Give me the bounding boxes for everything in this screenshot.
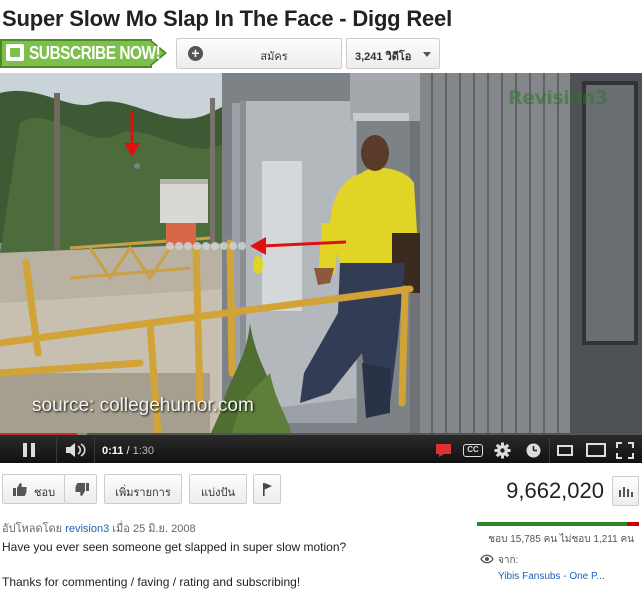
subscribe-bar: SUBSCRIBE NOW! + สมัคร 3,241 วิดีโอ bbox=[0, 38, 642, 70]
description-line-2: Thanks for commenting / faving / rating … bbox=[2, 575, 301, 589]
gear-icon[interactable] bbox=[494, 442, 511, 459]
upload-date: เมื่อ 25 มิ.ย. 2008 bbox=[109, 523, 196, 535]
current-time: 0:11 bbox=[102, 445, 124, 457]
plus-icon: + bbox=[188, 46, 203, 61]
small-player-icon[interactable] bbox=[557, 445, 573, 456]
volume-icon[interactable] bbox=[66, 443, 88, 457]
video-title: Super Slow Mo Slap In The Face - Digg Re… bbox=[2, 6, 453, 31]
description-line-1: Have you ever seen someone get slapped i… bbox=[2, 540, 347, 554]
from-label: จาก: bbox=[498, 555, 519, 566]
thumbs-up-icon bbox=[13, 483, 27, 496]
promo-label: SUBSCRIBE NOW! bbox=[29, 43, 161, 63]
subscribe-now-promo-banner[interactable]: SUBSCRIBE NOW! bbox=[0, 39, 168, 68]
eye-icon bbox=[480, 554, 494, 564]
video-frame[interactable]: Revision3 source: collegehumor.com bbox=[0, 73, 642, 435]
like-ratio-fill bbox=[477, 522, 628, 526]
corner-logo-watermark: Revision3 bbox=[508, 87, 608, 109]
annotations-icon[interactable] bbox=[435, 443, 453, 458]
share-button-label: แบ่งปัน bbox=[201, 487, 235, 499]
bar-chart-icon bbox=[619, 487, 633, 497]
flag-icon bbox=[263, 483, 272, 496]
video-scene bbox=[0, 73, 642, 435]
subscribe-button[interactable]: + สมัคร bbox=[176, 38, 342, 69]
clock-icon[interactable] bbox=[525, 442, 542, 459]
stats-button[interactable] bbox=[612, 476, 639, 506]
control-divider bbox=[549, 437, 550, 463]
duration: 1:30 bbox=[132, 445, 155, 457]
flag-button[interactable] bbox=[253, 474, 281, 504]
captions-icon[interactable]: CC bbox=[463, 444, 483, 457]
add-to-button[interactable]: เพิ่มรายการ bbox=[104, 474, 182, 504]
like-button-label: ชอบ bbox=[34, 487, 56, 499]
thumbs-down-icon bbox=[75, 483, 89, 496]
video-player[interactable]: Revision3 source: collegehumor.com 0:11 … bbox=[0, 73, 642, 463]
video-count-label: 3,241 วิดีโอ bbox=[355, 51, 412, 63]
view-count: 9,662,020 bbox=[506, 478, 604, 503]
referrer-link[interactable]: Yibis Fansubs - One P... bbox=[498, 571, 605, 582]
player-controls bbox=[0, 435, 642, 463]
like-ratio-bar bbox=[477, 522, 639, 526]
add-to-button-label: เพิ่มรายการ bbox=[115, 487, 171, 499]
time-display: 0:11 / 1:30 bbox=[102, 445, 154, 457]
pause-icon[interactable] bbox=[22, 443, 36, 457]
youtube-play-icon bbox=[6, 44, 24, 61]
uploader-link[interactable]: revision3 bbox=[65, 523, 109, 535]
dislike-button[interactable] bbox=[64, 474, 97, 504]
source-watermark: source: collegehumor.com bbox=[32, 395, 254, 416]
uploaded-by-prefix: อัปโหลดโดย bbox=[2, 523, 66, 535]
chevron-down-icon bbox=[423, 52, 431, 57]
large-player-icon[interactable] bbox=[586, 443, 606, 457]
like-button[interactable]: ชอบ bbox=[2, 474, 65, 504]
fullscreen-icon[interactable] bbox=[616, 442, 634, 459]
channel-videos-dropdown[interactable]: 3,241 วิดีโอ bbox=[346, 38, 440, 69]
upload-info: อัปโหลดโดย revision3 เมื่อ 25 มิ.ย. 2008 bbox=[2, 519, 196, 537]
control-divider bbox=[94, 437, 95, 463]
control-divider bbox=[56, 437, 57, 463]
likes-summary: ชอบ 15,785 คน ไม่ชอบ 1,211 คน bbox=[488, 534, 634, 545]
subscribe-button-label: สมัคร bbox=[260, 51, 288, 63]
time-separator: / bbox=[123, 445, 133, 457]
share-button[interactable]: แบ่งปัน bbox=[189, 474, 247, 504]
